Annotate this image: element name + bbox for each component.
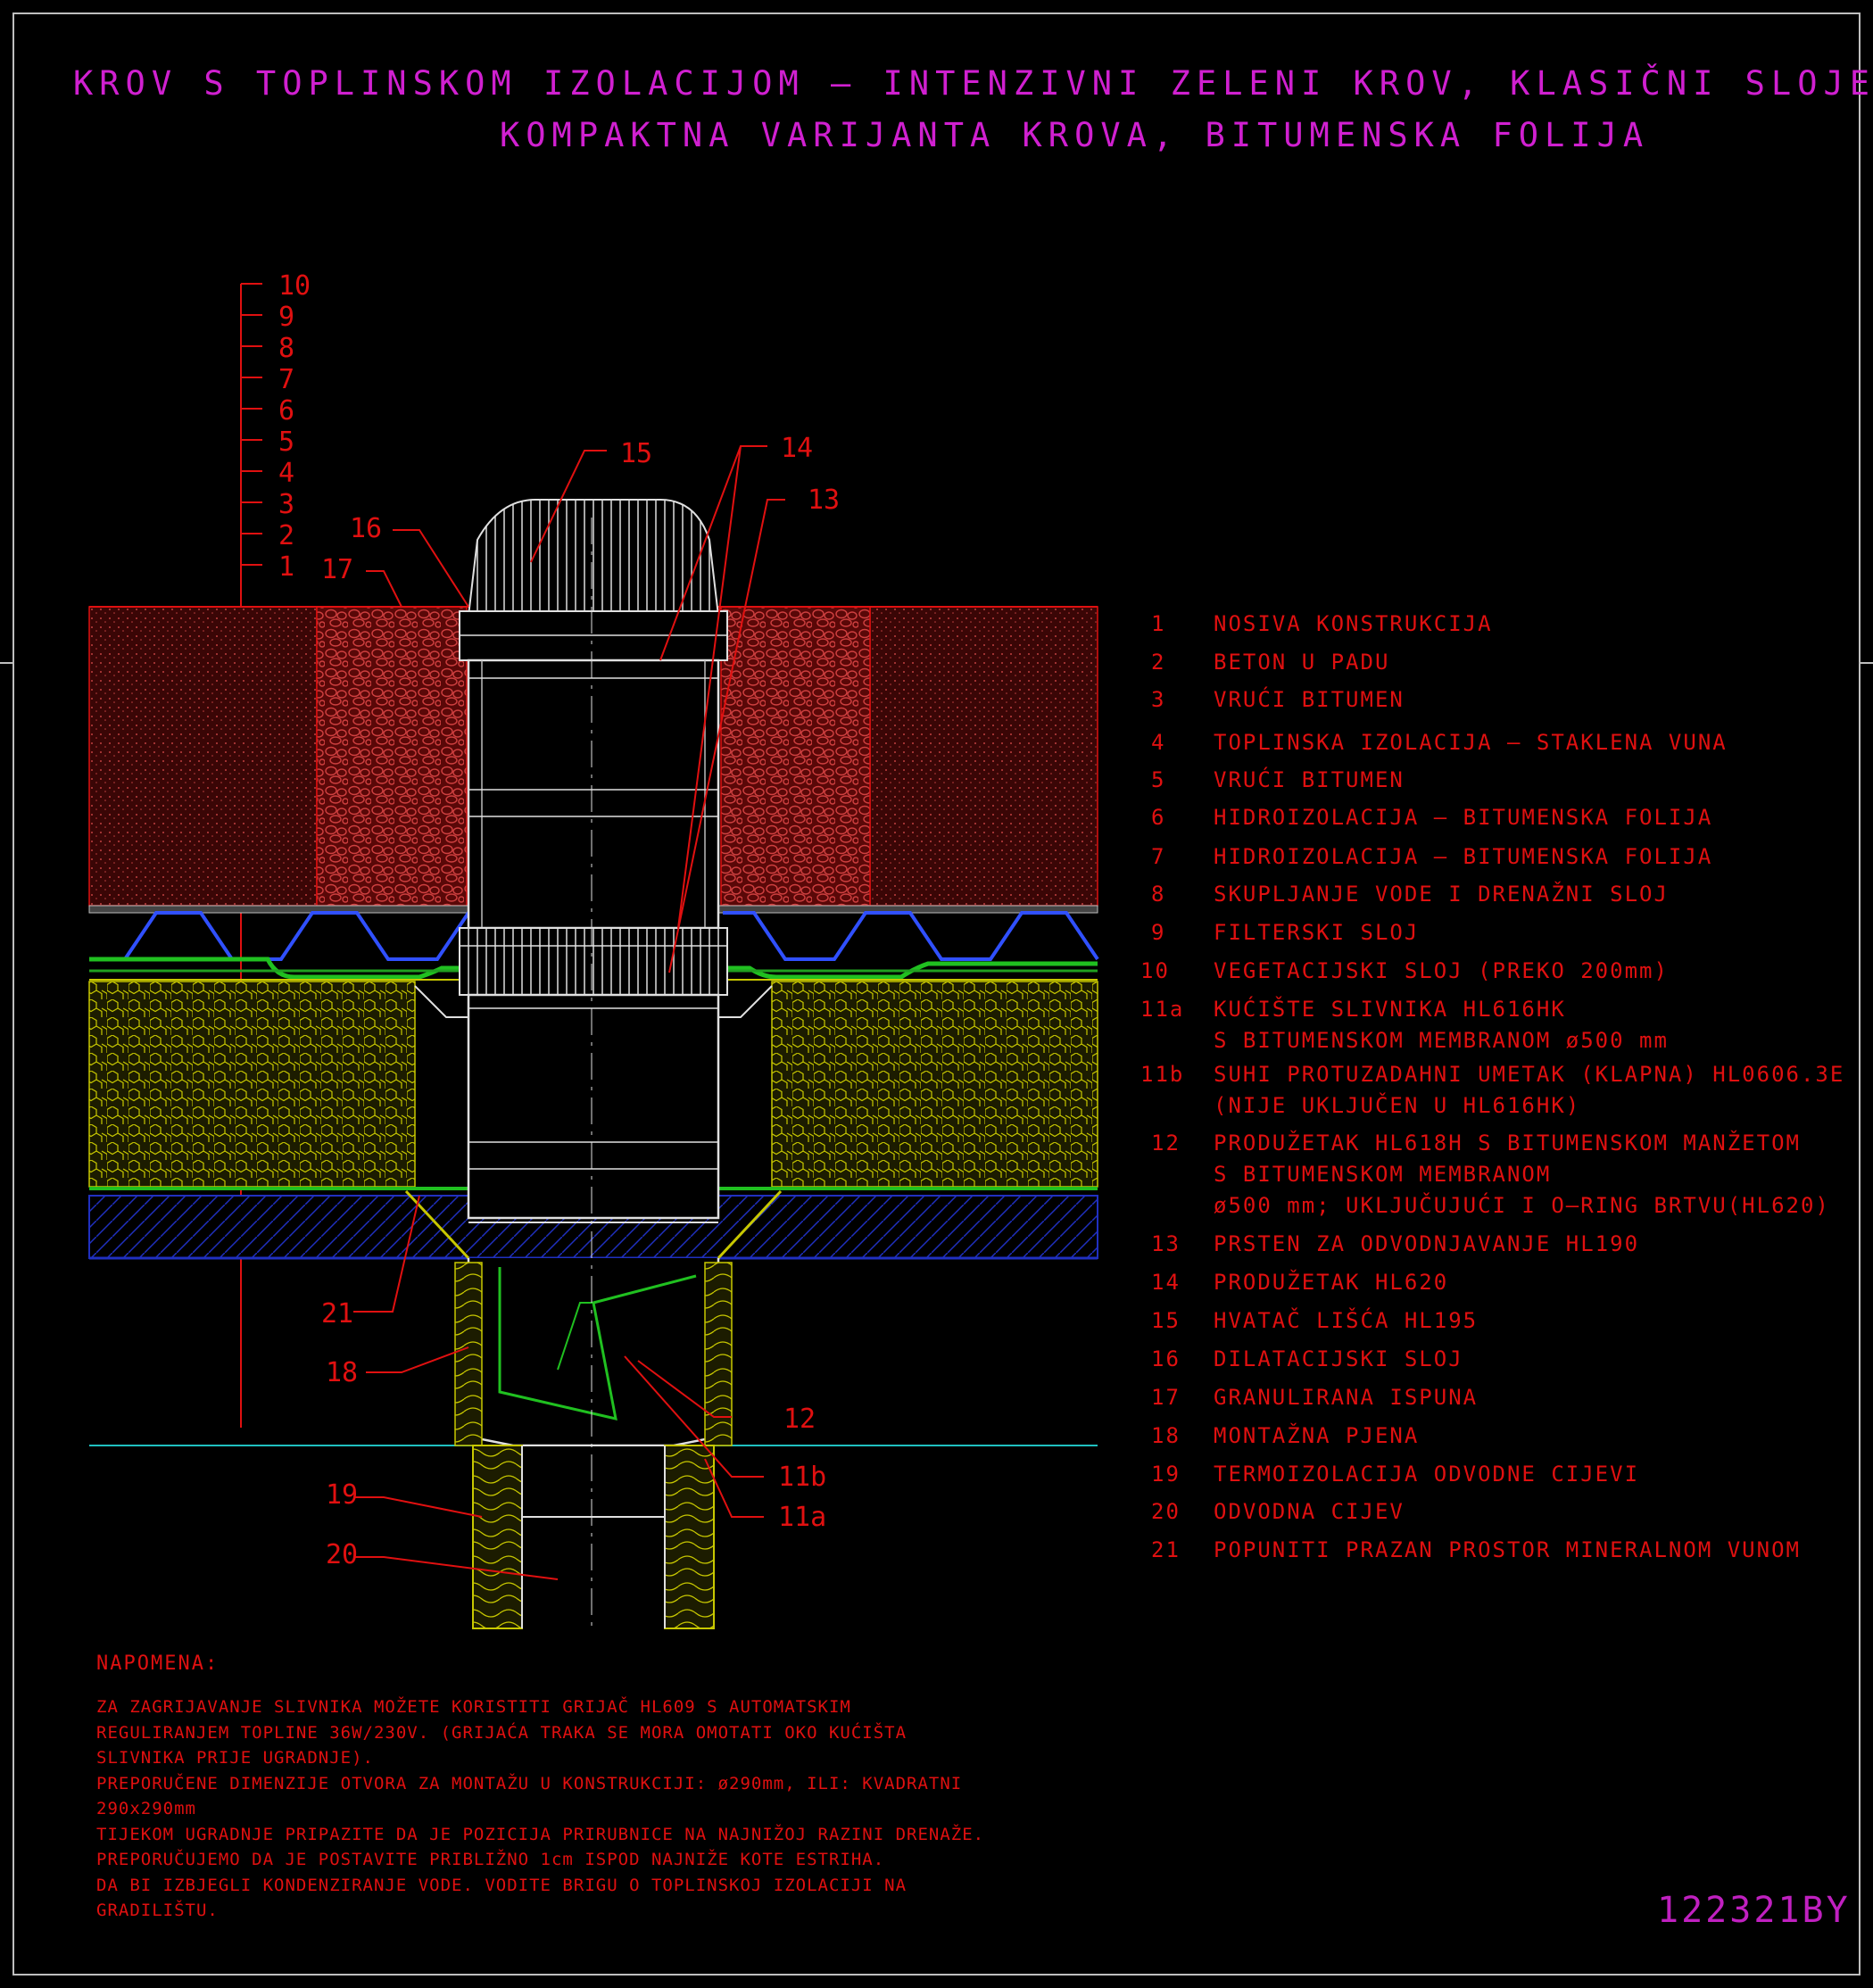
notes-line: TIJEKOM UGRADNJE PRIPAZITE DA JE POZICIJ…: [96, 1824, 985, 1844]
scale-label-7: 7: [278, 364, 294, 395]
scale-label-4: 4: [278, 458, 294, 489]
drawing-code: 122321BY: [1657, 1890, 1851, 1931]
callout-19: 19: [326, 1479, 358, 1511]
callout-20: 20: [326, 1539, 358, 1570]
notes-line: PREPORUČUJEMO DA JE POSTAVITE PRIBLIŽNO …: [96, 1850, 885, 1869]
notes-line: REGULIRANJEM TOPLINE 36W/230V. (GRIJAĆA …: [96, 1722, 907, 1743]
callout-16: 16: [350, 513, 382, 544]
callout-13: 13: [808, 485, 840, 516]
notes: NAPOMENA: ZA ZAGRIJAVANJE SLIVNIKA MOŽET…: [96, 1653, 989, 1924]
notes-line: DA BI IZBJEGLI KONDENZIRANJE VODE. VODIT…: [96, 1875, 907, 1895]
callout-14: 14: [781, 433, 813, 464]
callout-11b: 11b: [778, 1462, 826, 1493]
callout-11a: 11a: [778, 1502, 826, 1533]
scale-label-8: 8: [278, 333, 294, 364]
scale-label-9: 9: [278, 302, 294, 333]
callout-15: 15: [620, 438, 652, 469]
scale-label-10: 10: [278, 270, 311, 302]
callout-21: 21: [321, 1298, 353, 1329]
notes-line: GRADILIŠTU.: [96, 1901, 219, 1920]
notes-heading: NAPOMENA:: [96, 1653, 220, 1675]
callout-17: 17: [321, 554, 353, 585]
scale-label-6: 6: [278, 395, 294, 427]
callout-12: 12: [783, 1404, 816, 1435]
notes-line: PREPORUČENE DIMENZIJE OTVORA ZA MONTAŽU …: [96, 1773, 963, 1793]
scale-label-3: 3: [278, 489, 294, 520]
notes-line: SLIVNIKA PRIJE UGRADNJE).: [96, 1748, 374, 1768]
notes-line: ZA ZAGRIJAVANJE SLIVNIKA MOŽETE KORISTIT…: [96, 1697, 851, 1717]
scale-label-1: 1: [278, 551, 294, 583]
scale-label-5: 5: [278, 427, 294, 458]
notes-line: 290x290mm: [96, 1799, 196, 1818]
scale-label-2: 2: [278, 520, 294, 551]
callout-18: 18: [326, 1357, 358, 1388]
